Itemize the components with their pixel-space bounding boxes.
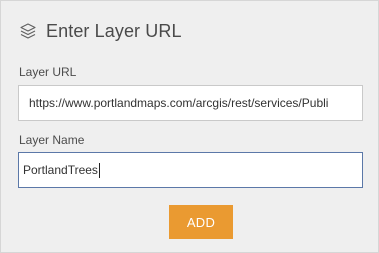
panel-title: Enter Layer URL	[46, 20, 182, 41]
layer-url-value: https://www.portlandmaps.com/arcgis/rest…	[29, 96, 329, 110]
layer-name-input[interactable]: PortlandTrees	[18, 152, 363, 188]
enter-layer-url-panel: Enter Layer URL Layer URL https://www.po…	[0, 0, 379, 253]
layer-name-value: PortlandTrees	[23, 163, 98, 177]
panel-header: Enter Layer URL	[19, 19, 182, 43]
layer-url-input[interactable]: https://www.portlandmaps.com/arcgis/rest…	[18, 85, 363, 121]
layers-icon	[19, 22, 37, 40]
layer-name-label: Layer Name	[19, 133, 85, 147]
add-button[interactable]: ADD	[169, 205, 233, 239]
layer-url-label: Layer URL	[19, 65, 77, 79]
text-caret	[98, 163, 100, 179]
